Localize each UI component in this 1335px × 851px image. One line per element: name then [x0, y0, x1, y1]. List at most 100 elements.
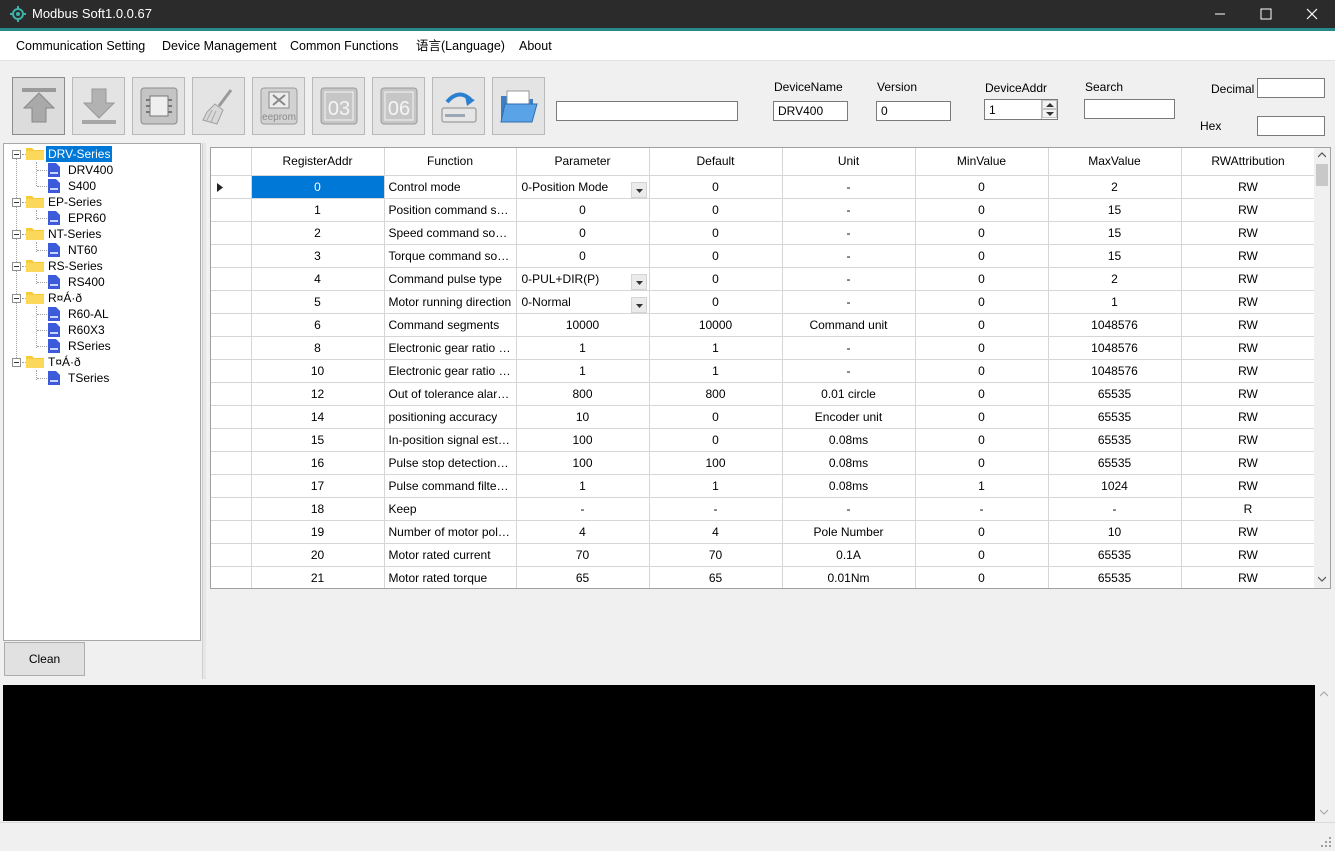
rw-attribution-cell[interactable]: RW — [1181, 175, 1316, 199]
menu-about[interactable]: About — [519, 36, 552, 56]
max-value-cell[interactable]: 1024 — [1048, 474, 1182, 498]
register-addr-cell[interactable]: 17 — [251, 474, 385, 498]
register-addr-cell[interactable]: 19 — [251, 520, 385, 544]
decimal-field[interactable] — [1257, 78, 1325, 98]
parameter-combo[interactable]: 0-PUL+DIR(P) — [521, 272, 647, 289]
expander-drv-series[interactable] — [12, 150, 21, 159]
parameter-combo[interactable]: 0-Normal — [521, 295, 647, 312]
menu-language[interactable]: 语言(Language) — [416, 36, 505, 56]
min-value-cell[interactable]: 0 — [915, 198, 1049, 222]
default-cell[interactable]: 1 — [649, 336, 783, 360]
table-row[interactable]: 12 Out of tolerance alarm t... 800 800 0.01 … — [211, 382, 1316, 406]
unit-cell[interactable]: 0.1A — [782, 543, 916, 567]
column-header-function[interactable]: Function — [384, 148, 517, 176]
rw-attribution-cell[interactable]: RW — [1181, 221, 1316, 245]
min-value-cell[interactable]: 0 — [915, 405, 1049, 429]
function-cell[interactable]: Electronic gear ratio de... — [384, 359, 517, 383]
function-cell[interactable]: Position command source — [384, 198, 517, 222]
menu-communication-setting[interactable]: Communication Setting — [16, 36, 145, 56]
max-value-cell[interactable]: 1048576 — [1048, 336, 1182, 360]
rw-attribution-cell[interactable]: RW — [1181, 405, 1316, 429]
unit-cell[interactable]: 0.01Nm — [782, 566, 916, 588]
table-row[interactable]: 2 Speed command source 0 0-0 15 RW — [211, 221, 1316, 245]
row-header[interactable] — [211, 175, 252, 199]
table-row[interactable]: 20 Motor rated current 70 70 0.1A 0 65535 RW — [211, 543, 1316, 567]
default-cell[interactable]: 4 — [649, 520, 783, 544]
row-header[interactable] — [211, 313, 252, 337]
max-value-cell[interactable]: 15 — [1048, 198, 1182, 222]
function-cell[interactable]: Command segments — [384, 313, 517, 337]
parameter-cell[interactable]: 0 — [516, 244, 650, 268]
rw-attribution-cell[interactable]: RW — [1181, 198, 1316, 222]
unit-cell[interactable]: 0.08ms — [782, 428, 916, 452]
row-header[interactable] — [211, 267, 252, 291]
expander-ep-series[interactable] — [12, 198, 21, 207]
row-header[interactable] — [211, 520, 252, 544]
column-header-parameter[interactable]: Parameter — [516, 148, 650, 176]
function-cell[interactable]: Torque command source — [384, 244, 517, 268]
save-to-drive-button[interactable] — [432, 77, 485, 135]
expander-nt-series[interactable] — [12, 230, 21, 239]
default-cell[interactable]: 70 — [649, 543, 783, 567]
column-header-unit[interactable]: Unit — [782, 148, 916, 176]
register-addr-cell[interactable]: 14 — [251, 405, 385, 429]
minimize-button[interactable] — [1197, 0, 1243, 28]
parameter-cell[interactable]: 800 — [516, 382, 650, 406]
unit-cell[interactable]: - — [782, 359, 916, 383]
path-input[interactable] — [556, 101, 738, 121]
function-cell[interactable]: positioning accuracy — [384, 405, 517, 429]
spin-down-button[interactable] — [1042, 109, 1057, 118]
panel-splitter[interactable] — [202, 143, 206, 679]
table-row[interactable]: 15 In-position signal establi... 100 0 0.08m… — [211, 428, 1316, 452]
parameter-cell[interactable]: 4 — [516, 520, 650, 544]
min-value-cell[interactable]: 0 — [915, 175, 1049, 199]
function-cell[interactable]: Keep — [384, 497, 517, 521]
rw-attribution-cell[interactable]: RW — [1181, 520, 1316, 544]
menu-common-functions[interactable]: Common Functions — [290, 36, 398, 56]
function-cell[interactable]: Pulse command filter time — [384, 474, 517, 498]
min-value-cell[interactable]: 0 — [915, 336, 1049, 360]
parameter-cell[interactable]: 65 — [516, 566, 650, 588]
device-name-field[interactable] — [773, 101, 848, 121]
row-header[interactable] — [211, 566, 252, 588]
chip-button[interactable] — [132, 77, 185, 135]
parameter-cell[interactable]: 10 — [516, 405, 650, 429]
hex-field[interactable] — [1257, 116, 1325, 136]
column-header-minvalue[interactable]: MinValue — [915, 148, 1049, 176]
max-value-cell[interactable]: 10 — [1048, 520, 1182, 544]
rw-attribution-cell[interactable]: RW — [1181, 428, 1316, 452]
parameter-cell[interactable]: 100 — [516, 428, 650, 452]
row-header[interactable] — [211, 405, 252, 429]
register-addr-cell[interactable]: 2 — [251, 221, 385, 245]
grid-vertical-scrollbar[interactable] — [1314, 148, 1330, 588]
download-button[interactable] — [72, 77, 125, 135]
parameter-cell[interactable]: 0-Normal — [516, 290, 650, 314]
register-addr-cell[interactable]: 3 — [251, 244, 385, 268]
parameter-cell[interactable]: 100 — [516, 451, 650, 475]
scroll-thumb[interactable] — [1316, 164, 1328, 186]
menu-device-management[interactable]: Device Management — [162, 36, 277, 56]
row-header[interactable] — [211, 221, 252, 245]
expander-r-series[interactable] — [12, 294, 21, 303]
register-addr-cell[interactable]: 10 — [251, 359, 385, 383]
min-value-cell[interactable]: 0 — [915, 267, 1049, 291]
table-row[interactable]: 21 Motor rated torque 65 65 0.01Nm 0 65535 RW — [211, 566, 1316, 588]
table-row[interactable]: 4 Command pulse type 0-PUL+DIR(P) 0-0 2 RW — [211, 267, 1316, 291]
column-header-registeraddr[interactable]: RegisterAddr — [251, 148, 385, 176]
function-cell[interactable]: Speed command source — [384, 221, 517, 245]
min-value-cell[interactable]: 1 — [915, 474, 1049, 498]
table-row[interactable]: 16 Pulse stop detection time 100 100 0.08ms 0… — [211, 451, 1316, 475]
default-cell[interactable]: 1 — [649, 359, 783, 383]
parameter-cell[interactable]: 10000 — [516, 313, 650, 337]
function-cell[interactable]: Command pulse type — [384, 267, 517, 291]
parameter-cell[interactable]: 1 — [516, 359, 650, 383]
function-cell[interactable]: In-position signal establi... — [384, 428, 517, 452]
row-header[interactable] — [211, 359, 252, 383]
table-row[interactable]: 18 Keep - - - - - R — [211, 497, 1316, 521]
rw-attribution-cell[interactable]: RW — [1181, 543, 1316, 567]
function-cell[interactable]: Electronic gear ratio nu... — [384, 336, 517, 360]
combo-dropdown-button[interactable] — [630, 296, 647, 312]
min-value-cell[interactable]: 0 — [915, 520, 1049, 544]
register-addr-cell[interactable]: 5 — [251, 290, 385, 314]
rw-attribution-cell[interactable]: RW — [1181, 359, 1316, 383]
